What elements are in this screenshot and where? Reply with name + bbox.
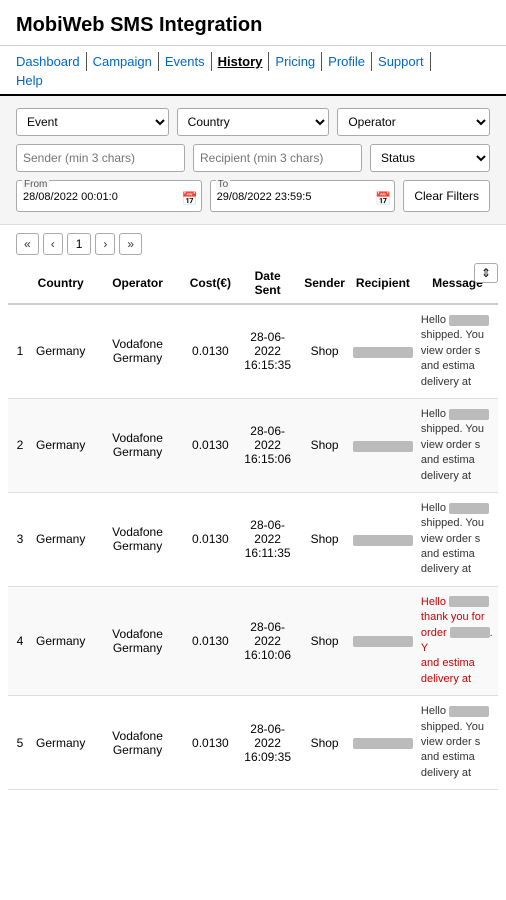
filters-section: Event Country Operator Status From 📅 To …	[0, 96, 506, 225]
cell-num: 2	[8, 398, 32, 492]
table-row: 1 Germany Vodafone Germany 0.0130 28-06-…	[8, 304, 498, 398]
header: MobiWeb SMS Integration	[0, 0, 506, 46]
col-country: Country	[32, 263, 89, 304]
nav-support[interactable]: Support	[372, 52, 431, 71]
table-header-row: Country Operator Cost(€) DateSent Sender…	[8, 263, 498, 304]
cell-sender: Shop	[300, 398, 349, 492]
pagination: « ‹ 1 › »	[0, 225, 506, 263]
cell-num: 3	[8, 492, 32, 586]
col-operator: Operator	[89, 263, 185, 304]
from-label: From	[22, 179, 49, 190]
cell-country: Germany	[32, 586, 89, 695]
cell-sender: Shop	[300, 586, 349, 695]
first-page-button[interactable]: «	[16, 233, 39, 255]
cell-cost: 0.0130	[186, 304, 235, 398]
cell-message: Hello thank you fororder . Yand estimade…	[417, 586, 498, 695]
cell-sender: Shop	[300, 696, 349, 790]
table-row: 4 Germany Vodafone Germany 0.0130 28-06-…	[8, 586, 498, 695]
next-page-button[interactable]: ›	[95, 233, 115, 255]
expand-columns-button[interactable]: ⇕	[474, 263, 498, 283]
current-page: 1	[67, 233, 92, 255]
cell-message: Hello shipped. Youview order sand estima…	[417, 304, 498, 398]
filter-row-1: Event Country Operator	[16, 108, 490, 136]
cell-message: Hello shipped. Youview order sand estima…	[417, 492, 498, 586]
history-table: Country Operator Cost(€) DateSent Sender…	[8, 263, 498, 790]
cell-num: 4	[8, 586, 32, 695]
last-page-button[interactable]: »	[119, 233, 142, 255]
cell-recipient	[349, 398, 417, 492]
event-select[interactable]: Event	[16, 108, 169, 136]
cell-num: 5	[8, 696, 32, 790]
filter-row-date: From 📅 To 📅 Clear Filters	[16, 180, 490, 212]
cell-sender: Shop	[300, 492, 349, 586]
cell-date: 28-06-202216:10:06	[235, 586, 300, 695]
cell-cost: 0.0130	[186, 492, 235, 586]
cell-sender: Shop	[300, 304, 349, 398]
to-date-field: To 📅	[210, 180, 396, 212]
from-calendar-icon[interactable]: 📅	[181, 191, 197, 207]
col-cost: Cost(€)	[186, 263, 235, 304]
nav-dashboard[interactable]: Dashboard	[16, 52, 87, 71]
nav-campaign[interactable]: Campaign	[87, 52, 159, 71]
table-row: 2 Germany Vodafone Germany 0.0130 28-06-…	[8, 398, 498, 492]
nav-help[interactable]: Help	[16, 71, 490, 90]
col-date-sent: DateSent	[235, 263, 300, 304]
cell-num: 1	[8, 304, 32, 398]
cell-date: 28-06-202216:11:35	[235, 492, 300, 586]
to-date-input[interactable]	[210, 180, 396, 212]
col-num	[8, 263, 32, 304]
nav-pricing[interactable]: Pricing	[269, 52, 322, 71]
prev-page-button[interactable]: ‹	[43, 233, 63, 255]
from-date-field: From 📅	[16, 180, 202, 212]
cell-cost: 0.0130	[186, 586, 235, 695]
nav-history[interactable]: History	[212, 52, 270, 71]
filter-row-2: Status	[16, 144, 490, 172]
cell-recipient	[349, 696, 417, 790]
cell-operator: Vodafone Germany	[89, 586, 185, 695]
nav: Dashboard Campaign Events History Pricin…	[0, 46, 506, 96]
cell-date: 28-06-202216:15:35	[235, 304, 300, 398]
cell-operator: Vodafone Germany	[89, 398, 185, 492]
cell-date: 28-06-202216:15:06	[235, 398, 300, 492]
country-select[interactable]: Country	[177, 108, 330, 136]
nav-profile[interactable]: Profile	[322, 52, 372, 71]
cell-operator: Vodafone Germany	[89, 304, 185, 398]
cell-date: 28-06-202216:09:35	[235, 696, 300, 790]
table-row: 5 Germany Vodafone Germany 0.0130 28-06-…	[8, 696, 498, 790]
clear-filters-button[interactable]: Clear Filters	[403, 180, 490, 212]
cell-country: Germany	[32, 492, 89, 586]
cell-cost: 0.0130	[186, 696, 235, 790]
page-title: MobiWeb SMS Integration	[16, 14, 490, 37]
cell-country: Germany	[32, 696, 89, 790]
operator-select[interactable]: Operator	[337, 108, 490, 136]
cell-recipient	[349, 586, 417, 695]
cell-country: Germany	[32, 304, 89, 398]
cell-cost: 0.0130	[186, 398, 235, 492]
col-recipient: Recipient	[349, 263, 417, 304]
cell-recipient	[349, 492, 417, 586]
cell-message: Hello shipped. Youview order sand estima…	[417, 696, 498, 790]
col-sender: Sender	[300, 263, 349, 304]
nav-events[interactable]: Events	[159, 52, 212, 71]
cell-country: Germany	[32, 398, 89, 492]
status-select[interactable]: Status	[370, 144, 490, 172]
cell-operator: Vodafone Germany	[89, 492, 185, 586]
to-label: To	[216, 179, 231, 190]
recipient-input[interactable]	[193, 144, 362, 172]
cell-recipient	[349, 304, 417, 398]
cell-operator: Vodafone Germany	[89, 696, 185, 790]
to-calendar-icon[interactable]: 📅	[375, 191, 391, 207]
table-container: ⇕ Country Operator Cost(€) DateSent Send…	[0, 263, 506, 790]
table-row: 3 Germany Vodafone Germany 0.0130 28-06-…	[8, 492, 498, 586]
cell-message: Hello shipped. Youview order sand estima…	[417, 398, 498, 492]
sender-input[interactable]	[16, 144, 185, 172]
